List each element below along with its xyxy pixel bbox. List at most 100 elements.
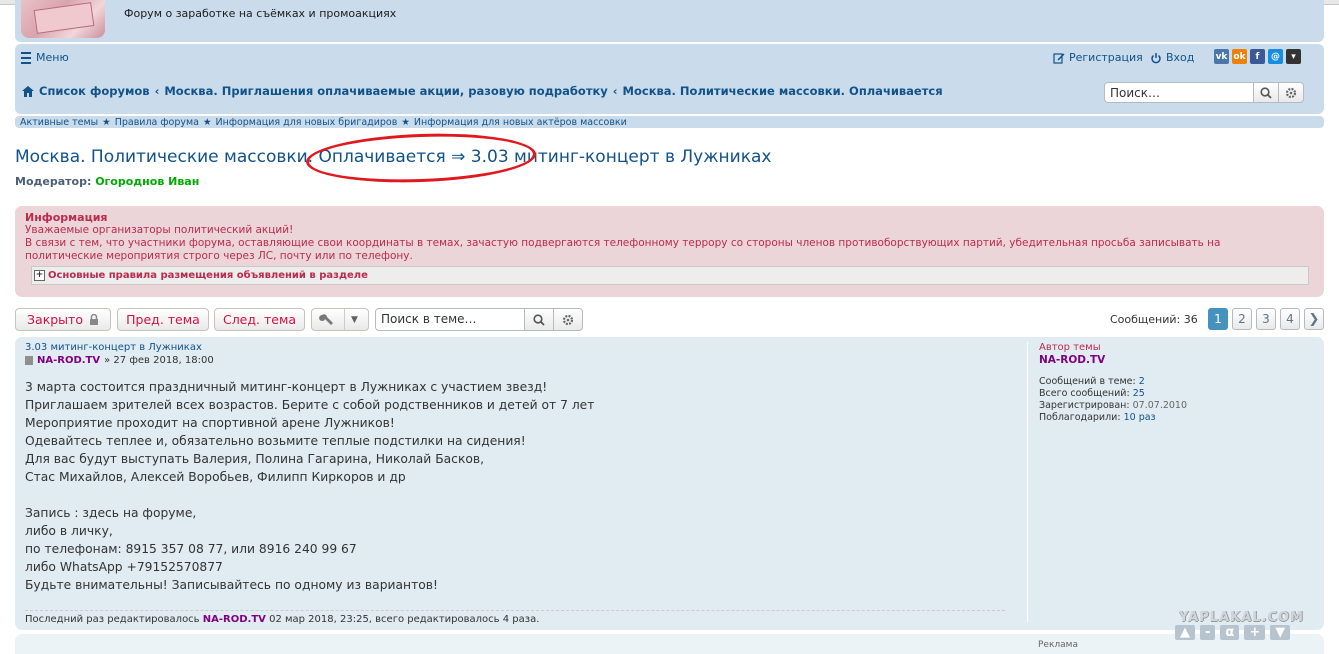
- navbar: Меню Регистрация Вход vk ok f @ ▾ Список…: [15, 44, 1324, 114]
- gear-icon: [1285, 87, 1297, 98]
- topic-posts-label: Сообщений в теме:: [1039, 376, 1136, 387]
- watermark-down-icon[interactable]: ▼: [1270, 625, 1291, 640]
- odnoklassniki-icon[interactable]: ok: [1232, 49, 1247, 64]
- total-posts-value[interactable]: 25: [1133, 388, 1145, 399]
- edited-author[interactable]: NA-ROD.TV: [203, 614, 266, 625]
- login-label: Вход: [1166, 51, 1195, 64]
- forum-search-button[interactable]: [1254, 82, 1279, 103]
- post-subject[interactable]: 3.03 митинг-концерт в Лужниках: [25, 342, 202, 353]
- registered-label: Зарегистрирован:: [1039, 400, 1130, 411]
- moderator-name[interactable]: Огороднов Иван: [95, 175, 199, 188]
- menu-button[interactable]: Меню: [21, 51, 69, 64]
- post-line: по телефонам: 8915 357 08 77, или 8916 2…: [25, 542, 357, 556]
- locked-label: Закрыто: [27, 312, 83, 327]
- watermark-controls: ▲ - α + ▼: [1175, 625, 1291, 640]
- edited-prefix: Последний раз редактировалось: [25, 614, 200, 625]
- topic-tools-button[interactable]: ▼: [311, 308, 369, 331]
- post-line: Приглашаем зрителей всех возрастов. Бери…: [25, 398, 595, 412]
- post-line: 3 марта состоится праздничный митинг-кон…: [25, 380, 548, 394]
- register-label: Регистрация: [1069, 51, 1143, 64]
- watermark-alpha-icon[interactable]: α: [1220, 625, 1240, 640]
- next-topic-label: След. тема: [222, 312, 297, 327]
- watermark-up-icon[interactable]: ▲: [1175, 625, 1195, 640]
- login-link[interactable]: Вход: [1150, 51, 1194, 64]
- profile-username[interactable]: NA-ROD.TV: [1039, 354, 1324, 366]
- lock-icon: [89, 314, 98, 325]
- search-icon: [1260, 86, 1272, 99]
- edited-notice: Последний раз редактировалось NA-ROD.TV …: [25, 610, 1005, 625]
- more-social-icon[interactable]: ▾: [1286, 49, 1301, 64]
- topic-advanced-search-button[interactable]: [554, 308, 583, 331]
- post-count: Сообщений: 36: [1110, 313, 1198, 326]
- page-4-button[interactable]: 4: [1280, 308, 1300, 330]
- vk-icon[interactable]: vk: [1214, 49, 1229, 64]
- page-3-button[interactable]: 3: [1256, 308, 1276, 330]
- topic-search-input[interactable]: Поиск в теме…: [375, 308, 525, 331]
- hamburger-icon: [21, 51, 31, 64]
- topic-posts-value[interactable]: 2: [1139, 376, 1145, 387]
- moderator-label: Модератор:: [15, 175, 92, 188]
- topic-search-button[interactable]: [525, 308, 554, 331]
- prev-topic-label: Пред. тема: [126, 312, 200, 327]
- thanks-value[interactable]: 10 раз: [1124, 412, 1156, 423]
- topic-search: Поиск в теме…: [375, 308, 583, 331]
- page-1-button[interactable]: 1: [1208, 308, 1228, 330]
- post-meta: NA-ROD.TV » 27 фев 2018, 18:00: [25, 355, 214, 366]
- post-profile: Автор темы NA-ROD.TV Сообщений в теме: 2…: [1027, 342, 1324, 622]
- ad-label: Реклама: [1038, 640, 1078, 650]
- social-buttons: vk ok f @ ▾: [1214, 49, 1301, 64]
- next-page-button[interactable]: ❯: [1304, 308, 1324, 330]
- home-icon: [22, 85, 34, 97]
- facebook-icon[interactable]: f: [1250, 49, 1265, 64]
- quicklink-active-topics[interactable]: Активные темы: [20, 117, 98, 128]
- post-line: [25, 486, 594, 504]
- yaplakal-watermark: YAPLAKAL.COM ▲ - α + ▼: [1175, 610, 1325, 647]
- next-topic-button[interactable]: След. тема: [214, 308, 305, 331]
- mail-icon[interactable]: @: [1268, 49, 1283, 64]
- edited-suffix: 02 мар 2018, 23:25, всего редактировалос…: [269, 614, 540, 625]
- rules-spoiler[interactable]: + Основные правила размещения объявлений…: [31, 266, 1309, 285]
- advanced-search-button[interactable]: [1279, 82, 1304, 103]
- gear-icon: [562, 314, 574, 325]
- breadcrumb-political[interactable]: Москва. Политические массовки. Оплачивае…: [623, 84, 943, 98]
- red-highlight-ellipse: [305, 130, 537, 186]
- post-document-icon[interactable]: [25, 356, 33, 365]
- info-title: Информация: [25, 211, 108, 224]
- info-line-1: Уважаемые организаторы политический акци…: [25, 224, 294, 236]
- watermark-minus-icon[interactable]: -: [1200, 625, 1216, 640]
- breadcrumb-separator-icon: ‹: [612, 84, 618, 98]
- post-line: Мероприятие проходит на спортивной арене…: [25, 416, 395, 430]
- forum-search-input[interactable]: Поиск…: [1104, 82, 1254, 103]
- site-logo[interactable]: [21, 0, 105, 38]
- menu-label: Меню: [36, 51, 69, 64]
- post: 3.03 митинг-концерт в Лужниках NA-ROD.TV…: [15, 337, 1324, 630]
- register-link[interactable]: Регистрация: [1053, 51, 1143, 64]
- topic-author-label: Автор темы: [1039, 342, 1101, 353]
- breadcrumb-forum-index[interactable]: Список форумов: [39, 84, 150, 98]
- quicklink-new-brigadiers[interactable]: Информация для новых бригадиров: [216, 117, 398, 128]
- quick-links-bar: Активные темы ★ Правила форума ★ Информа…: [15, 116, 1324, 128]
- post-author[interactable]: NA-ROD.TV: [37, 355, 100, 366]
- page-2-button[interactable]: 2: [1232, 308, 1252, 330]
- post-line: Запись : здесь на форуме,: [25, 506, 197, 520]
- quicklink-forum-rules[interactable]: Правила форума: [115, 117, 199, 128]
- star-icon: ★: [102, 116, 111, 128]
- previous-topic-button[interactable]: Пред. тема: [117, 308, 209, 331]
- quicklink-new-actors[interactable]: Информация для новых актёров массовки: [414, 117, 627, 128]
- expand-icon[interactable]: +: [34, 270, 45, 281]
- breadcrumb: Список форумов ‹ Москва. Приглашения опл…: [22, 84, 943, 98]
- search-icon: [533, 313, 545, 326]
- watermark-plus-icon[interactable]: +: [1244, 625, 1266, 640]
- next-post: [15, 634, 1324, 654]
- post-line: Одевайтесь теплее и, обязательно возьмит…: [25, 434, 526, 448]
- post-line: либо WhatsApp +79152570877: [25, 560, 223, 574]
- profile-registered: Зарегистрирован: 07.07.2010: [1039, 400, 1324, 412]
- topic-locked-button[interactable]: Закрыто: [15, 308, 111, 331]
- profile-topic-posts: Сообщений в теме: 2: [1039, 376, 1324, 388]
- forum-search: Поиск…: [1104, 82, 1304, 103]
- info-line-2: В связи с тем, что участники форума, ост…: [25, 237, 1221, 249]
- star-icon: ★: [202, 116, 212, 128]
- breadcrumb-moscow-paid[interactable]: Москва. Приглашения оплачиваемые акции, …: [164, 84, 607, 98]
- registered-value: 07.07.2010: [1132, 400, 1188, 411]
- topic-action-bar: Закрыто Пред. тема След. тема ▼ Поиск в …: [15, 308, 1324, 333]
